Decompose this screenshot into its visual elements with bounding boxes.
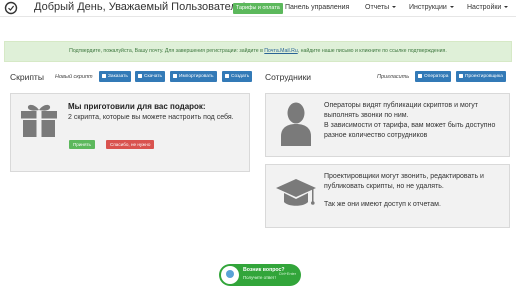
create-script-button[interactable]: Создать [222,71,253,82]
download-script-button[interactable]: Скачать [135,71,165,82]
tariffs-button[interactable]: Тарифы и оплата [233,3,283,14]
designers-text-1: Проектировщики могут звонить, редактиров… [324,173,484,190]
nav-settings-label: Настройки [467,4,502,11]
chevron-down-icon [504,6,509,9]
nav-instructions-label: Инструкции [409,4,447,11]
import-label: Импортировать [179,74,214,79]
support-avatar [221,266,239,284]
import-script-button[interactable]: Импортировать [170,71,217,82]
designers-text-2: Так же они имеют доступ к отчетам. [324,201,441,208]
gift-text: 2 скрипта, которые вы можете настроить п… [68,114,234,121]
nav-dashboard-label: Панель управления [285,4,350,11]
user-silhouette-icon [281,102,311,146]
employees-title: Сотрудники [265,72,312,82]
user-icon [418,73,422,78]
gift-panel: Мы приготовили для вас подарок: 2 скрипт… [10,93,250,172]
cart-icon [102,73,106,78]
operators-text-2: В зависимости от тарифа, вам может быть … [324,122,496,139]
chevron-down-icon [449,6,454,9]
alert-text-before: Подтвердите, пожалуйста, Вашу почту. Для… [69,48,265,54]
order-label: Заказать [108,74,128,79]
scripts-title: Скрипты [10,72,44,82]
invite-designer-button[interactable]: Проектировщика [456,71,506,82]
new-script-label: Новый скрипт [55,74,93,80]
invite-operator-label: Оператора [424,74,449,79]
download-icon [138,73,142,78]
invite-designer-label: Проектировщика [465,74,503,79]
top-navbar: Добрый День, Уважаемый Пользователь! Тар… [0,0,516,17]
gift-title: Мы приготовили для вас подарок: [68,102,206,111]
nav-instructions[interactable]: Инструкции [409,4,454,11]
nav-settings[interactable]: Настройки [467,4,509,11]
order-script-button[interactable]: Заказать [99,71,131,82]
graduation-cap-icon [276,179,316,206]
accept-gift-button[interactable]: Принять [69,140,95,149]
invite-operator-button[interactable]: Оператора [415,71,452,82]
logo-icon[interactable] [4,1,18,15]
gift-icon [21,104,57,137]
operators-description: Операторы видят публикации скриптов и мо… [324,101,506,141]
decline-gift-button[interactable]: Спасибо, не нужно [106,140,155,149]
email-confirm-alert: Подтвердите, пожалуйста, Вашу почту. Для… [4,41,512,62]
help-widget-subtitle: Получите ответ! [243,275,276,280]
user-icon [459,73,463,78]
operators-panel: Операторы видят публикации скриптов и мо… [265,93,510,157]
import-icon [173,73,177,78]
download-label: Скачать [144,74,162,79]
invite-label: Пригласить [377,74,410,80]
nav-reports-label: Отчеты [365,4,390,11]
mail-link[interactable]: Почта.Mail.Ru [264,48,297,54]
nav-dashboard[interactable]: Панель управления [285,4,349,11]
nav-reports[interactable]: Отчеты [365,4,397,11]
designers-description: Проектировщики могут звонить, редактиров… [324,172,506,210]
create-label: Создать [231,74,250,79]
greeting-title: Добрый День, Уважаемый Пользователь! [34,1,246,13]
plus-icon [225,73,229,78]
help-widget-button[interactable]: Возник вопрос? Получите ответ! Ctrl+Ente… [219,264,301,286]
chevron-down-icon [392,6,397,9]
help-widget-hint: Ctrl+Enter [278,272,296,276]
alert-text-after: , найдите наше письмо и кликните по ссыл… [297,48,447,54]
operators-text-1: Операторы видят публикации скриптов и мо… [324,102,478,119]
designers-panel: Проектировщики могут звонить, редактиров… [265,164,510,228]
